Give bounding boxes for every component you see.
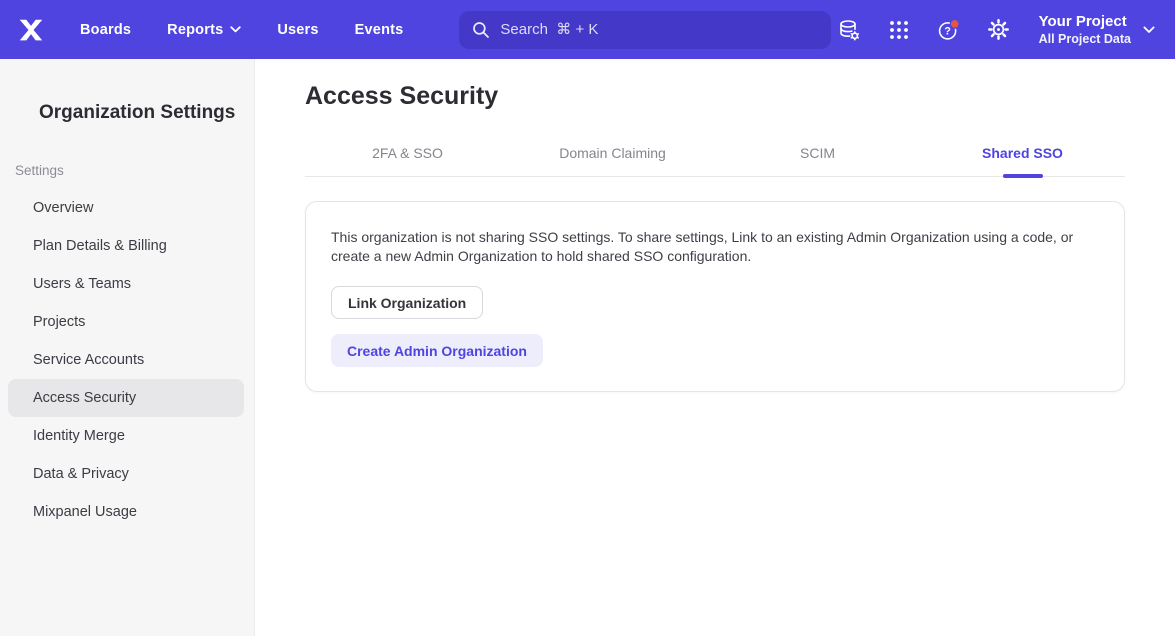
sidebar-section-label: Settings (15, 163, 254, 178)
settings-sidebar: Organization Settings Settings Overview … (0, 59, 255, 636)
sidebar-item-overview[interactable]: Overview (8, 189, 244, 227)
nav-item-reports[interactable]: Reports (167, 22, 241, 38)
tab-shared-sso[interactable]: Shared SSO (920, 145, 1125, 176)
nav-item-label: Events (355, 22, 404, 38)
shared-sso-description: This organization is not sharing SSO set… (331, 228, 1093, 266)
nav-links: Boards Reports Users Events (80, 22, 403, 38)
sidebar-item-service-accounts[interactable]: Service Accounts (8, 341, 244, 379)
notification-dot (950, 19, 959, 28)
sidebar-title: Organization Settings (39, 102, 254, 124)
sidebar-item-users-teams[interactable]: Users & Teams (8, 265, 244, 303)
link-organization-button[interactable]: Link Organization (331, 286, 483, 319)
project-selector[interactable]: Your Project All Project Data (1039, 13, 1155, 47)
nav-item-users[interactable]: Users (277, 22, 318, 38)
page-title: Access Security (305, 82, 1175, 111)
nav-item-events[interactable]: Events (355, 22, 404, 38)
database-gear-icon[interactable] (837, 18, 861, 42)
nav-item-label: Boards (80, 22, 131, 38)
project-selector-text: Your Project All Project Data (1039, 13, 1131, 47)
sidebar-item-plan-details-billing[interactable]: Plan Details & Billing (8, 227, 244, 265)
tab-domain-claiming[interactable]: Domain Claiming (510, 145, 715, 176)
create-admin-organization-button[interactable]: Create Admin Organization (331, 334, 543, 367)
nav-item-label: Reports (167, 22, 223, 38)
sidebar-item-access-security[interactable]: Access Security (8, 379, 244, 417)
mixpanel-logo[interactable] (16, 15, 46, 45)
shared-sso-card: This organization is not sharing SSO set… (305, 201, 1125, 392)
tab-bar: 2FA & SSO Domain Claiming SCIM Shared SS… (305, 145, 1125, 177)
nav-right-controls: ? Your Proj (837, 13, 1175, 47)
search-icon (472, 21, 490, 39)
search-bar[interactable] (459, 11, 831, 49)
sidebar-item-data-privacy[interactable]: Data & Privacy (8, 455, 244, 493)
nav-item-label: Users (277, 22, 318, 38)
top-navigation: Boards Reports Users Events (0, 0, 1175, 59)
sidebar-item-identity-merge[interactable]: Identity Merge (8, 417, 244, 455)
sidebar-item-projects[interactable]: Projects (8, 303, 244, 341)
svg-text:?: ? (944, 25, 950, 37)
settings-gear-icon[interactable] (987, 18, 1011, 42)
tab-scim[interactable]: SCIM (715, 145, 920, 176)
project-name: Your Project (1039, 13, 1127, 31)
chevron-down-icon (1143, 26, 1155, 34)
project-data-scope: All Project Data (1039, 31, 1131, 47)
help-icon[interactable]: ? (937, 18, 961, 42)
apps-grid-icon[interactable] (887, 18, 911, 42)
search-input[interactable] (500, 21, 818, 38)
chevron-down-icon (230, 26, 241, 33)
mixpanel-logo-icon (16, 15, 46, 45)
tab-2fa-sso[interactable]: 2FA & SSO (305, 145, 510, 176)
nav-item-boards[interactable]: Boards (80, 22, 131, 38)
main-content: Access Security 2FA & SSO Domain Claimin… (255, 59, 1175, 636)
sidebar-item-mixpanel-usage[interactable]: Mixpanel Usage (8, 493, 244, 531)
